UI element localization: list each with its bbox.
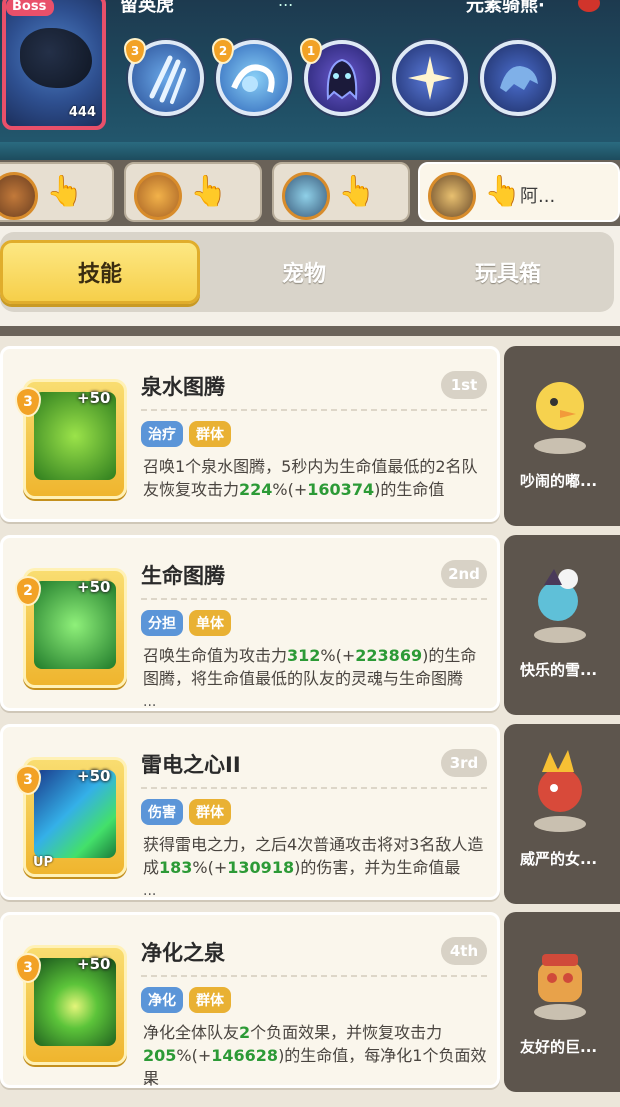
boss-tag: Boss (6, 0, 55, 16)
header-middle-text: ... (278, 0, 294, 10)
skill-type-tag: 治疗 (141, 421, 183, 447)
skill-rank-badge: 3rd (441, 749, 487, 777)
skill-card[interactable]: 2 +50 生命图腾 2nd 分担 单体 召唤生命值为攻击力312%(+2238… (0, 535, 500, 711)
pet-figure (534, 750, 586, 832)
divider (141, 975, 487, 977)
tap-hand-icon: 👆 (46, 174, 84, 209)
skill-target-tag: 群体 (189, 421, 231, 447)
skill-description: 召唤1个泉水图腾，5秒内为生命值最低的2名队友恢复攻击力224%(+160374… (143, 457, 478, 499)
team-slot-4[interactable]: 👆 阿... (418, 162, 620, 222)
skill-target-tag: 单体 (189, 610, 231, 636)
pet-avatar (282, 172, 330, 220)
team-slot-3[interactable]: 👆 (272, 162, 410, 222)
boss-header: Boss 444 留英虎 ... 元素骑熊· 3 2 1 (0, 0, 620, 160)
header-right-text: 元素骑熊· (466, 0, 545, 16)
skill-name: 净化之泉 (141, 941, 225, 965)
pet-name: 友好的巨... (520, 1038, 598, 1056)
divider (141, 409, 487, 411)
ghost-icon[interactable]: 1 (300, 38, 380, 116)
claw-slash-icon[interactable]: 3 (124, 38, 204, 116)
pet-avatar (0, 172, 38, 220)
skill-target-tag: 群体 (189, 799, 231, 825)
description-ellipsis: ... (143, 694, 157, 710)
skill-bonus: +50 (77, 767, 111, 785)
tap-hand-icon: 👆 (484, 174, 522, 209)
skill-type-tag: 伤害 (141, 799, 183, 825)
tab-skills[interactable]: 技能 (0, 240, 200, 304)
tap-hand-icon: 👆 (190, 174, 228, 209)
pet-name: 快乐的雪... (520, 661, 598, 679)
shadow-beast-icon[interactable] (480, 40, 556, 116)
skill-target-tag: 群体 (189, 987, 231, 1013)
skill-description: 召唤生命值为攻击力312%(+223869)的生命图腾，将生命值最低的队友的灵魂… (143, 646, 477, 688)
pet-card[interactable]: 快乐的雪... (504, 535, 620, 715)
skill-rank-badge: 1st (441, 371, 487, 399)
tab-bar: 技能 宠物 玩具箱 (0, 232, 614, 312)
pet-figure (534, 569, 586, 643)
pet-card[interactable]: 威严的女... (504, 724, 620, 904)
boss-level: 444 (68, 105, 96, 120)
skill-card[interactable]: 3 +50 泉水图腾 1st 治疗 群体 召唤1个泉水图腾，5秒内为生命值最低的… (0, 346, 500, 522)
tab-toybox[interactable]: 玩具箱 (408, 240, 608, 304)
pet-name: 威严的女... (520, 850, 598, 868)
pet-card[interactable]: 友好的巨... (504, 912, 620, 1092)
skill-description: 净化全体队友2个负面效果，并恢复攻击力205%(+146628)的生命值，每净化… (143, 1023, 487, 1088)
description-ellipsis: ... (143, 883, 157, 899)
upgrade-label: UP (33, 855, 54, 870)
team-selector: 👆 👆 👆 👆 阿... (0, 160, 620, 226)
tab-pets[interactable]: 宠物 (204, 240, 404, 304)
pet-avatar (134, 172, 182, 220)
skill-bonus: +50 (77, 578, 111, 596)
pet-figure (534, 954, 586, 1020)
pet-card[interactable]: 吵闹的嘟... (504, 346, 620, 526)
pet-name: 吵闹的嘟... (520, 472, 598, 490)
skill-card[interactable]: 3 +50 净化之泉 4th 净化 群体 净化全体队友2个负面效果，并恢复攻击力… (0, 912, 500, 1088)
water-wave-icon[interactable]: 2 (212, 38, 292, 116)
skill-name: 泉水图腾 (141, 375, 225, 399)
element-badge-icon (578, 0, 600, 12)
boss-portrait (20, 28, 92, 88)
skill-type-tag: 分担 (141, 610, 183, 636)
skill-card[interactable]: 3 +50 UP 雷电之心II 3rd 伤害 群体 获得雷电之力，之后4次普通攻… (0, 724, 500, 900)
skill-bonus: +50 (77, 955, 111, 973)
pet-avatar (428, 172, 476, 220)
bat-spark-icon[interactable] (392, 40, 468, 116)
skill-type-tag: 净化 (141, 987, 183, 1013)
team-slot-label: 阿... (520, 186, 556, 207)
skill-rank-badge: 4th (441, 937, 487, 965)
team-slot-1[interactable]: 👆 (0, 162, 114, 222)
boss-card[interactable]: Boss 444 (2, 0, 106, 130)
divider (141, 787, 487, 789)
team-slot-2[interactable]: 👆 (124, 162, 262, 222)
skill-name: 雷电之心II (141, 753, 241, 777)
pet-figure (534, 382, 586, 454)
description-ellipsis: ... (143, 1071, 157, 1087)
skill-name: 生命图腾 (141, 564, 225, 588)
skill-description: 获得雷电之力，之后4次普通攻击将对3名敌人造成183%(+130918)的伤害，… (143, 835, 484, 877)
skill-rank-badge: 2nd (441, 560, 487, 588)
tap-hand-icon: 👆 (338, 174, 376, 209)
divider (141, 598, 487, 600)
boss-name: 留英虎 (120, 0, 174, 16)
skill-bonus: +50 (77, 389, 111, 407)
header-divider (0, 142, 620, 160)
